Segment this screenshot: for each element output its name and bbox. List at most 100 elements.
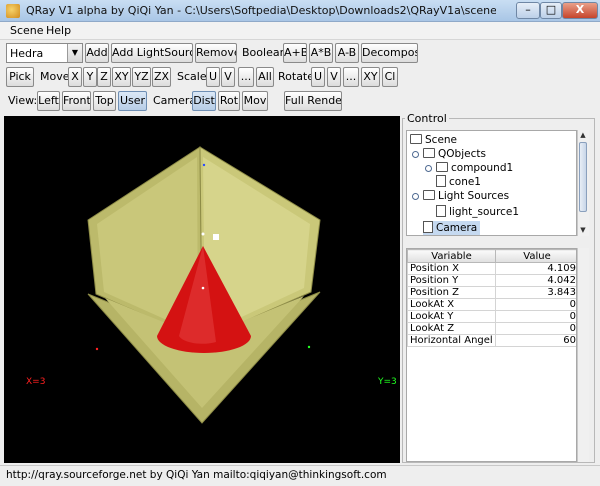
value-cell[interactable]: 4.109 <box>495 262 576 275</box>
scene-tree[interactable]: Scene QObjects compound1 cone1 Light Sou… <box>406 130 577 236</box>
tree-scrollbar-thumb[interactable] <box>579 142 587 212</box>
tree-node-compound1[interactable]: compound1 <box>436 161 513 175</box>
view-user-button[interactable]: User <box>118 91 147 111</box>
full-render-button[interactable]: Full Render <box>284 91 342 111</box>
value-cell[interactable]: 4.042 <box>495 274 576 287</box>
subtract-button[interactable]: A-B <box>335 43 359 63</box>
rotate-u-button[interactable]: U <box>311 67 325 87</box>
expander-light-sources[interactable] <box>412 193 419 200</box>
camera-dist-button[interactable]: Dist <box>192 91 216 111</box>
move-yz-button[interactable]: YZ <box>132 67 151 87</box>
tree-node-light-source1[interactable]: light_source1 <box>436 205 519 219</box>
rotate-v-button[interactable]: V <box>327 67 341 87</box>
view-label: View: <box>8 94 38 107</box>
status-text: http://qray.sourceforge.net by QiQi Yan … <box>6 469 387 481</box>
properties-scrollbar[interactable] <box>577 248 589 462</box>
table-row[interactable]: LookAt Z0 <box>407 322 576 335</box>
scale-more-button[interactable]: ... <box>238 67 254 87</box>
menu-scene[interactable]: Scene <box>10 24 44 37</box>
rotate-xy-button[interactable]: XY <box>361 67 380 87</box>
scroll-down-icon[interactable]: ▼ <box>578 225 588 235</box>
value-cell[interactable]: 0 <box>495 322 576 335</box>
add-button[interactable]: Add <box>85 43 109 63</box>
variable-cell: Position Z <box>407 286 496 299</box>
variable-cell: Horizontal Angel <box>407 334 496 347</box>
scale-v-button[interactable]: V <box>221 67 235 87</box>
file-icon <box>436 175 446 187</box>
add-light-source-button[interactable]: Add LightSource <box>111 43 193 63</box>
variable-cell: LookAt Y <box>407 310 496 323</box>
view-left-button[interactable]: Left <box>37 91 60 111</box>
scene-viewport[interactable]: X=3 Y=3 <box>4 116 400 463</box>
rotate-more-button[interactable]: ... <box>343 67 359 87</box>
scale-u-button[interactable]: U <box>206 67 220 87</box>
value-cell[interactable]: 0 <box>495 298 576 311</box>
move-y-button[interactable]: Y <box>83 67 97 87</box>
scene-render: X=3 Y=3 <box>26 146 397 424</box>
folder-icon <box>423 148 435 158</box>
folder-icon <box>410 134 422 144</box>
file-icon <box>423 221 433 233</box>
move-xy-button[interactable]: XY <box>112 67 131 87</box>
x-axis-marker <box>95 347 99 351</box>
tree-node-camera[interactable]: Camera <box>423 221 481 235</box>
value-cell[interactable]: 60 <box>495 334 576 347</box>
tree-node-qobjects[interactable]: QObjects <box>423 147 486 161</box>
rotate-cl-button[interactable]: Cl <box>382 67 398 87</box>
y-axis-label: Y=3 <box>377 377 397 387</box>
minimize-button[interactable]: – <box>516 2 540 19</box>
maximize-button[interactable]: □ <box>540 2 562 19</box>
move-zx-button[interactable]: ZX <box>152 67 171 87</box>
table-row[interactable]: LookAt X0 <box>407 298 576 311</box>
table-row[interactable]: Position Z 3.843 <box>407 286 576 299</box>
close-button[interactable]: X <box>562 2 598 19</box>
value-cell[interactable]: 3.843 <box>495 286 576 299</box>
table-row[interactable]: Position Y 4.042 <box>407 274 576 287</box>
x-axis-label: X=3 <box>26 377 45 387</box>
app-icon <box>6 4 20 18</box>
table-row[interactable]: LookAt Y0 <box>407 310 576 323</box>
tree-node-scene[interactable]: Scene <box>410 133 457 147</box>
menu-help[interactable]: Help <box>46 24 71 37</box>
file-icon <box>436 205 446 217</box>
light-source-marker <box>213 234 219 240</box>
tree-scrollbar[interactable]: ▲ ▼ <box>577 130 589 236</box>
chevron-down-icon[interactable]: ▼ <box>67 44 82 62</box>
pick-button[interactable]: Pick <box>6 67 34 87</box>
variable-cell: LookAt Z <box>407 322 496 335</box>
scale-all-button[interactable]: All <box>256 67 274 87</box>
origin-point <box>201 286 205 290</box>
value-cell[interactable]: 0 <box>495 310 576 323</box>
view-top-button[interactable]: Top <box>93 91 116 111</box>
tree-node-cone1[interactable]: cone1 <box>436 175 481 189</box>
decompose-button[interactable]: Decompose <box>361 43 418 63</box>
union-button[interactable]: A+B <box>283 43 307 63</box>
title-bar: QRay V1 alpha by QiQi Yan - C:\Users\Sof… <box>0 0 600 22</box>
move-x-button[interactable]: X <box>68 67 82 87</box>
column-header-value[interactable]: Value <box>495 249 576 263</box>
camera-rot-button[interactable]: Rot <box>218 91 240 111</box>
column-header-variable[interactable]: Variable <box>407 249 496 263</box>
camera-mov-button[interactable]: Mov <box>242 91 268 111</box>
tree-node-light-sources[interactable]: Light Sources <box>423 189 509 203</box>
variable-cell: LookAt X <box>407 298 496 311</box>
view-front-button[interactable]: Front <box>62 91 91 111</box>
move-z-button[interactable]: Z <box>97 67 111 87</box>
properties-table[interactable]: Variable Value Position X 4.109 Position … <box>406 248 577 462</box>
expander-qobjects[interactable] <box>412 151 419 158</box>
object-type-select[interactable]: Hedra ▼ <box>6 43 83 63</box>
z-axis-marker <box>202 163 206 167</box>
table-row[interactable]: Position X 4.109 <box>407 262 576 275</box>
table-row[interactable]: Horizontal Angel 60 <box>407 334 576 347</box>
remove-button[interactable]: Remove <box>195 43 237 63</box>
window-title: QRay V1 alpha by QiQi Yan - C:\Users\Sof… <box>26 4 496 17</box>
folder-icon <box>423 190 435 200</box>
variable-cell: Position X <box>407 262 496 275</box>
scroll-up-icon[interactable]: ▲ <box>578 130 588 140</box>
status-bar: http://qray.sourceforge.net by QiQi Yan … <box>0 465 600 486</box>
intersect-button[interactable]: A*B <box>309 43 333 63</box>
y-axis-marker <box>307 345 311 349</box>
folder-icon <box>436 162 448 172</box>
cone-apex-point <box>201 232 205 236</box>
expander-compound1[interactable] <box>425 165 432 172</box>
